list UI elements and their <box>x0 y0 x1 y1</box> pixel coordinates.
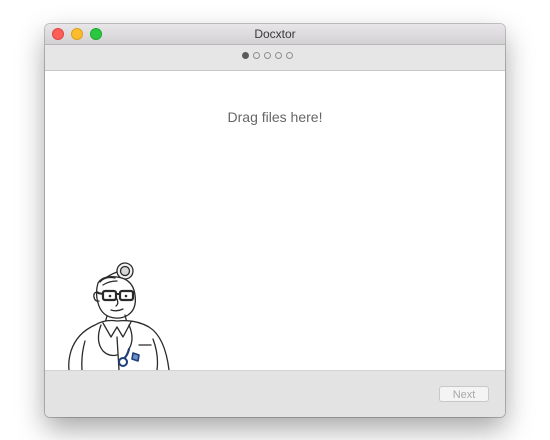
title-bar[interactable]: Docxtor <box>45 24 505 45</box>
step-dot-3 <box>264 52 271 59</box>
footer-bar: Next <box>45 370 505 417</box>
step-dot-5 <box>286 52 293 59</box>
window-title: Docxtor <box>254 27 296 41</box>
step-dot-1 <box>242 52 249 59</box>
drop-instruction: Drag files here! <box>227 109 323 125</box>
step-dot-4 <box>275 52 282 59</box>
step-dots <box>242 52 293 62</box>
drop-zone[interactable]: Drag files here! <box>45 71 505 370</box>
step-dot-2 <box>253 52 260 59</box>
doctor-mascot-illustration <box>68 262 170 370</box>
next-button[interactable]: Next <box>439 386 489 402</box>
step-indicator-bar <box>45 45 505 71</box>
app-window: Docxtor Drag files here! Next <box>45 24 505 417</box>
